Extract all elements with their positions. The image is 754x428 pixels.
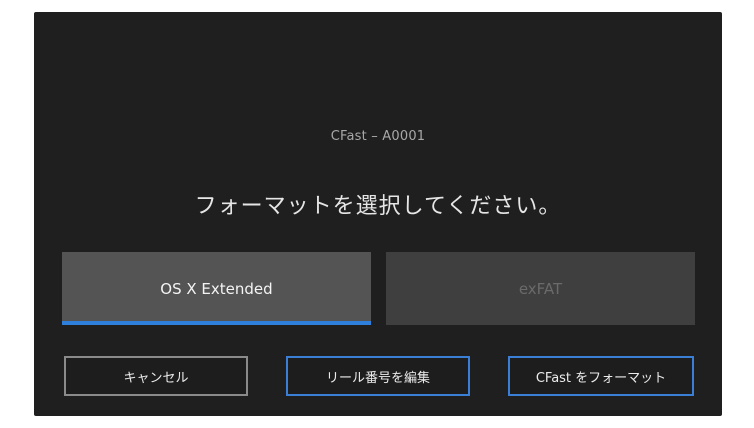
format-option-osx-extended[interactable]: OS X Extended bbox=[62, 252, 371, 325]
edit-reel-number-button[interactable]: リール番号を編集 bbox=[286, 356, 470, 396]
format-option-label: OS X Extended bbox=[160, 279, 273, 298]
cancel-button[interactable]: キャンセル bbox=[64, 356, 248, 396]
format-card-label: CFast をフォーマット bbox=[535, 370, 667, 386]
format-card-button[interactable]: CFast をフォーマット bbox=[508, 356, 694, 396]
cancel-button-label: キャンセル bbox=[123, 370, 189, 386]
format-dialog: CFast – A0001 フォーマットを選択してください。 OS X Exte… bbox=[34, 12, 722, 416]
selected-indicator bbox=[62, 321, 371, 325]
dialog-prompt: フォーマットを選択してください。 bbox=[194, 194, 562, 219]
format-option-exfat[interactable]: exFAT bbox=[386, 252, 695, 325]
edit-reel-number-label: リール番号を編集 bbox=[325, 370, 430, 386]
format-option-label: exFAT bbox=[518, 279, 563, 298]
card-name-label: CFast – A0001 bbox=[330, 129, 426, 144]
